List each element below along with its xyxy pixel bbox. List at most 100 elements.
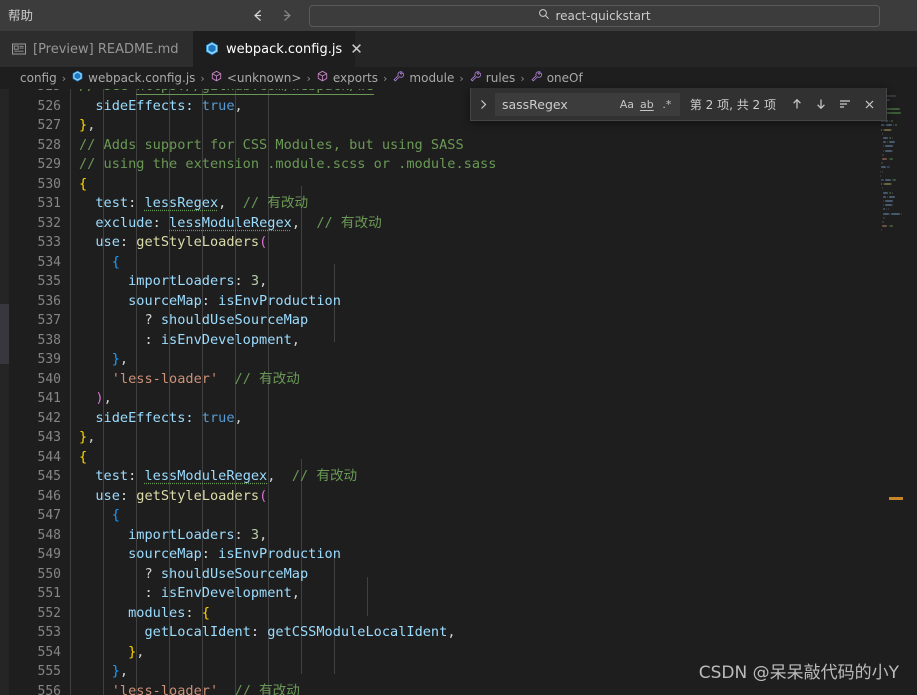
code-line[interactable]: 542 sideEffects: true, [9, 409, 879, 429]
line-content[interactable]: sourceMap: isEnvProduction [79, 545, 341, 565]
line-content[interactable]: { [79, 175, 87, 195]
code-line[interactable]: 541 ), [9, 389, 879, 409]
line-content[interactable]: { [79, 448, 87, 468]
line-content[interactable]: importLoaders: 3, [79, 526, 267, 546]
breadcrumb-item-oneof[interactable]: oneOf [530, 70, 583, 86]
code-line[interactable]: 555 }, [9, 662, 879, 682]
breadcrumb-item-webpack-config[interactable]: webpack.config.js [71, 70, 195, 86]
line-content[interactable]: use: getStyleLoaders( [79, 487, 267, 507]
line-number: 535 [37, 274, 61, 289]
tab-webpack-config[interactable]: webpack.config.js ✕ [193, 31, 363, 67]
selection-icon[interactable] [834, 93, 856, 115]
line-content[interactable]: sourceMap: isEnvProduction [79, 292, 341, 312]
breadcrumb-item-module[interactable]: module [392, 70, 454, 86]
line-content[interactable]: }, [79, 428, 95, 448]
vertical-scrollbar[interactable] [903, 89, 917, 695]
whole-word-icon[interactable]: ab [637, 95, 657, 114]
line-content[interactable]: }, [79, 643, 144, 663]
arrow-up-icon[interactable] [786, 93, 808, 115]
code-line[interactable]: 533 use: getStyleLoaders( [9, 233, 879, 253]
line-content[interactable]: }, [79, 116, 95, 136]
line-number: 550 [37, 566, 61, 582]
line-content[interactable]: test: lessModuleRegex, // 有改动 [79, 467, 357, 487]
line-content[interactable]: : isEnvDevelopment, [79, 331, 300, 351]
line-content[interactable]: // using the extension .module.scss or .… [79, 155, 496, 175]
code-lines[interactable]: 525 // See https://github.com/webpack/we 5… [9, 89, 879, 695]
breadcrumb-item-config[interactable]: config [20, 71, 57, 85]
line-number: 536 [37, 293, 61, 309]
code-line[interactable]: 528 // Adds support for CSS Modules, but … [9, 136, 879, 156]
match-case-icon[interactable]: Aa [617, 95, 637, 114]
line-content[interactable]: modules: { [79, 604, 210, 624]
line-content[interactable]: test: lessRegex, // 有改动 [79, 194, 308, 214]
line-content[interactable]: }, [79, 350, 128, 370]
code-line[interactable]: 546 use: getStyleLoaders( [9, 487, 879, 507]
arrow-down-icon[interactable] [810, 93, 832, 115]
code-editor[interactable]: 525 // See https://github.com/webpack/we 5… [0, 89, 917, 695]
find-input[interactable]: sassRegex [502, 97, 617, 112]
line-content[interactable]: }, [79, 662, 128, 682]
line-content[interactable]: : isEnvDevelopment, [79, 584, 300, 604]
line-content[interactable]: getLocalIdent: getCSSModuleLocalIdent, [79, 623, 455, 643]
close-icon[interactable]: ✕ [350, 41, 363, 57]
code-line[interactable]: 539 }, [9, 350, 879, 370]
line-number: 538 [37, 332, 61, 348]
breadcrumb-item-unknown[interactable]: <unknown> [210, 70, 301, 86]
line-content[interactable]: 'less-loader' // 有改动 [79, 370, 300, 390]
code-line[interactable]: 536 sourceMap: isEnvProduction [9, 292, 879, 312]
code-line[interactable]: 551 : isEnvDevelopment, [9, 584, 879, 604]
code-line[interactable]: 548 importLoaders: 3, [9, 526, 879, 546]
breadcrumb-item-exports[interactable]: exports [316, 70, 378, 86]
code-line[interactable]: 547 { [9, 506, 879, 526]
line-content[interactable]: sideEffects: true, [79, 97, 242, 117]
minimap-line [900, 212, 902, 215]
minimap-line [884, 216, 886, 219]
code-line[interactable]: 530 { [9, 175, 879, 195]
code-line[interactable]: 544 { [9, 448, 879, 468]
line-content[interactable]: ? shouldUseSourceMap [79, 565, 308, 585]
minimap-line [882, 141, 887, 144]
breadcrumb-label: exports [332, 71, 378, 85]
line-content[interactable]: // Adds support for CSS Modules, but usi… [79, 136, 464, 156]
code-line[interactable]: 543}, [9, 428, 879, 448]
find-input-container[interactable]: sassRegex Aa ab .* [494, 92, 680, 116]
regex-icon[interactable]: .* [657, 95, 677, 114]
line-content[interactable]: { [79, 506, 120, 526]
minimap[interactable] [879, 89, 903, 695]
arrow-left-icon[interactable] [249, 7, 267, 25]
code-line[interactable]: 529 // using the extension .module.scss o… [9, 155, 879, 175]
menu-item-help[interactable]: 帮助 [0, 0, 41, 31]
code-line[interactable]: 535 importLoaders: 3, [9, 272, 879, 292]
code-line[interactable]: 550 ? shouldUseSourceMap [9, 565, 879, 585]
line-content[interactable]: importLoaders: 3, [79, 272, 267, 292]
code-line[interactable]: 545 test: lessModuleRegex, // 有改动 [9, 467, 879, 487]
code-line[interactable]: 532 exclude: lessModuleRegex, // 有改动 [9, 214, 879, 234]
line-content[interactable]: exclude: lessModuleRegex, // 有改动 [79, 214, 381, 234]
arrow-right-icon[interactable] [277, 7, 295, 25]
line-content[interactable]: ? shouldUseSourceMap [79, 311, 308, 331]
close-icon[interactable] [858, 93, 880, 115]
line-content[interactable]: ), [79, 389, 111, 409]
code-line[interactable]: 540 'less-loader' // 有改动 [9, 370, 879, 390]
code-line[interactable]: 534 { [9, 253, 879, 273]
code-line[interactable]: 554 }, [9, 643, 879, 663]
line-content[interactable]: { [79, 253, 120, 273]
line-content[interactable]: 'less-loader' // 有改动 [79, 682, 300, 695]
line-content[interactable]: // See https://github.com/webpack/we [79, 89, 374, 97]
line-content[interactable]: use: getStyleLoaders( [79, 233, 267, 253]
code-line[interactable]: 538 : isEnvDevelopment, [9, 331, 879, 351]
chevron-right-icon[interactable] [475, 90, 493, 118]
code-line[interactable]: 537 ? shouldUseSourceMap [9, 311, 879, 331]
command-center-search[interactable]: react-quickstart [309, 4, 881, 27]
code-line[interactable]: 553 getLocalIdent: getCSSModuleLocalIden… [9, 623, 879, 643]
minimap-line [886, 141, 888, 144]
code-line[interactable]: 556 'less-loader' // 有改动 [9, 682, 879, 695]
line-content[interactable]: sideEffects: true, [79, 409, 242, 429]
code-line[interactable]: 549 sourceMap: isEnvProduction [9, 545, 879, 565]
code-line[interactable]: 552 modules: { [9, 604, 879, 624]
code-line[interactable]: 531 test: lessRegex, // 有改动 [9, 194, 879, 214]
sash-handle[interactable] [0, 304, 9, 364]
tab-readme-preview[interactable]: [Preview] README.md [0, 31, 193, 67]
breadcrumb-item-rules[interactable]: rules [469, 70, 515, 86]
find-widget[interactable]: sassRegex Aa ab .* 第 2 项, 共 2 项 [470, 88, 887, 121]
